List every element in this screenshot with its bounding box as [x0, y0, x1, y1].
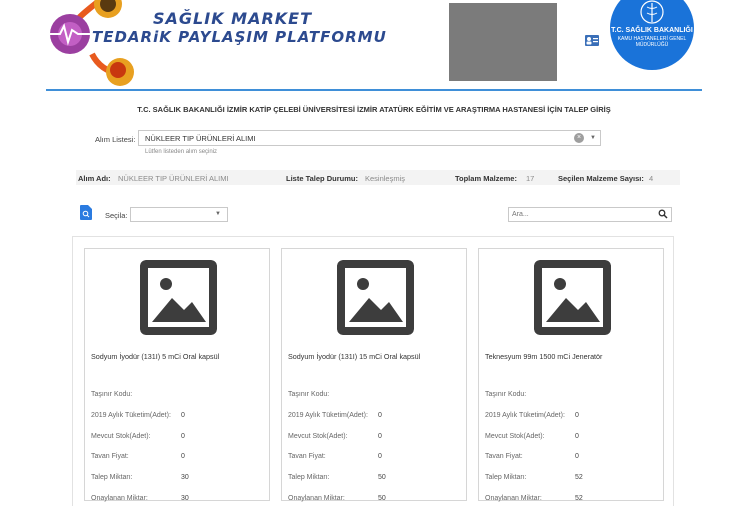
talep-value[interactable]: 30	[181, 474, 189, 481]
tavan-value: 0	[575, 453, 579, 460]
document-search-icon[interactable]	[80, 205, 92, 220]
header-divider	[46, 89, 702, 91]
stok-label: Mevcut Stok(Adet):	[485, 433, 545, 440]
product-list-panel: Sodyum İyodür (131I) 5 mCi Oral kapsül T…	[72, 236, 674, 506]
tuketim-label: 2019 Aylık Tüketim(Adet):	[91, 412, 171, 419]
stok-value: 0	[378, 433, 382, 440]
stok-label: Mevcut Stok(Adet):	[288, 433, 348, 440]
tuketim-value: 0	[575, 412, 579, 419]
ministry-subtitle: KAMU HASTANELERİ GENEL MÜDÜRLÜĞÜ	[617, 36, 687, 48]
alim-listesi-value: NÜKLEER TIP ÜRÜNLERİ ALIMI	[145, 134, 256, 143]
alim-listesi-hint: Lütfen listeden alım seçiniz	[145, 149, 218, 155]
app-header: SAĞLIK MARKET TEDARiK PAYLAŞIM PLATFORMU…	[0, 0, 730, 92]
durum-value: Kesinleşmiş	[365, 174, 406, 183]
talep-value[interactable]: 52	[575, 474, 583, 481]
filter-toolbar: Seçila: ▼	[78, 205, 674, 225]
toplam-malzeme-value: 17	[526, 174, 535, 183]
onaylanan-label: Onaylanan Miktar:	[288, 495, 345, 502]
product-title: Sodyum İyodür (131I) 15 mCi Oral kapsül	[288, 352, 421, 361]
tavan-label: Tavan Fiyat:	[91, 453, 129, 460]
tuketim-value: 0	[378, 412, 382, 419]
tavan-value: 0	[181, 453, 185, 460]
secim-label: Seçila:	[105, 211, 128, 220]
stok-value: 0	[181, 433, 185, 440]
talep-label: Talep Miktarı:	[288, 474, 330, 481]
product-title: Teknesyum 99m 1500 mCi Jeneratör	[485, 352, 603, 361]
tuketim-value: 0	[181, 412, 185, 419]
tasinir-label: Taşınır Kodu:	[485, 391, 527, 398]
onaylanan-value: 52	[575, 495, 583, 502]
search-input[interactable]	[510, 209, 658, 220]
product-card[interactable]: Sodyum İyodür (131I) 15 mCi Oral kapsül …	[281, 248, 467, 502]
product-title: Sodyum İyodür (131I) 5 mCi Oral kapsül	[91, 352, 220, 361]
alim-listesi-select[interactable]: NÜKLEER TIP ÜRÜNLERİ ALIMI × ▼	[138, 130, 601, 146]
product-card[interactable]: Teknesyum 99m 1500 mCi Jeneratör Taşınır…	[478, 248, 664, 502]
search-box[interactable]	[508, 207, 672, 222]
chevron-down-icon[interactable]: ▼	[215, 211, 221, 217]
summary-bar: Alım Adı: NÜKLEER TIP ÜRÜNLERİ ALIMI Lis…	[76, 170, 680, 185]
product-card[interactable]: Sodyum İyodür (131I) 5 mCi Oral kapsül T…	[84, 248, 270, 502]
tuketim-label: 2019 Aylık Tüketim(Adet):	[485, 412, 565, 419]
stok-label: Mevcut Stok(Adet):	[91, 433, 151, 440]
secilen-malzeme-label: Seçilen Malzeme Sayısı:	[558, 174, 644, 183]
ministry-name: T.C. SAĞLIK BAKANLIĞI	[611, 27, 693, 34]
tuketim-label: 2019 Aylık Tüketim(Adet):	[288, 412, 368, 419]
onaylanan-label: Onaylanan Miktar:	[91, 495, 148, 502]
talep-value[interactable]: 50	[378, 474, 386, 481]
search-icon[interactable]	[658, 209, 668, 219]
tavan-value: 0	[378, 453, 382, 460]
tavan-label: Tavan Fiyat:	[485, 453, 523, 460]
tavan-label: Tavan Fiyat:	[288, 453, 326, 460]
image-placeholder-icon	[337, 260, 414, 335]
alim-adi-label: Alım Adı:	[78, 174, 111, 183]
toplam-malzeme-label: Toplam Malzeme:	[455, 174, 517, 183]
tasinir-label: Taşınır Kodu:	[91, 391, 133, 398]
caduceus-icon	[640, 0, 664, 24]
brand-title-line2: TEDARiK PAYLAŞIM PLATFORMU	[92, 28, 387, 46]
ministry-logo: T.C. SAĞLIK BAKANLIĞI KAMU HASTANELERİ G…	[610, 0, 694, 70]
onaylanan-value: 50	[378, 495, 386, 502]
clear-icon[interactable]: ×	[574, 133, 584, 143]
talep-label: Talep Miktarı:	[91, 474, 133, 481]
secilen-malzeme-value: 4	[649, 174, 654, 183]
onaylanan-value: 30	[181, 495, 189, 502]
image-placeholder-icon	[140, 260, 217, 335]
durum-label: Liste Talep Durumu:	[286, 174, 358, 183]
talep-label: Talep Miktarı:	[485, 474, 527, 481]
secim-select[interactable]: ▼	[130, 207, 228, 222]
tasinir-label: Taşınır Kodu:	[288, 391, 330, 398]
chevron-down-icon[interactable]: ▼	[590, 135, 596, 141]
image-placeholder-icon	[534, 260, 611, 335]
page-title: T.C. SAĞLIK BAKANLIĞI İZMİR KATİP ÇELEBİ…	[137, 105, 611, 114]
alim-adi-value: NÜKLEER TIP ÜRÜNLERİ ALIMI	[118, 174, 229, 183]
onaylanan-label: Onaylanan Miktar:	[485, 495, 542, 502]
brand-title-line1: SAĞLIK MARKET	[153, 9, 313, 28]
stok-value: 0	[575, 433, 579, 440]
banner-placeholder	[449, 3, 557, 81]
id-card-icon[interactable]	[585, 35, 599, 46]
alim-listesi-label: Alım Listesi:	[95, 135, 136, 144]
